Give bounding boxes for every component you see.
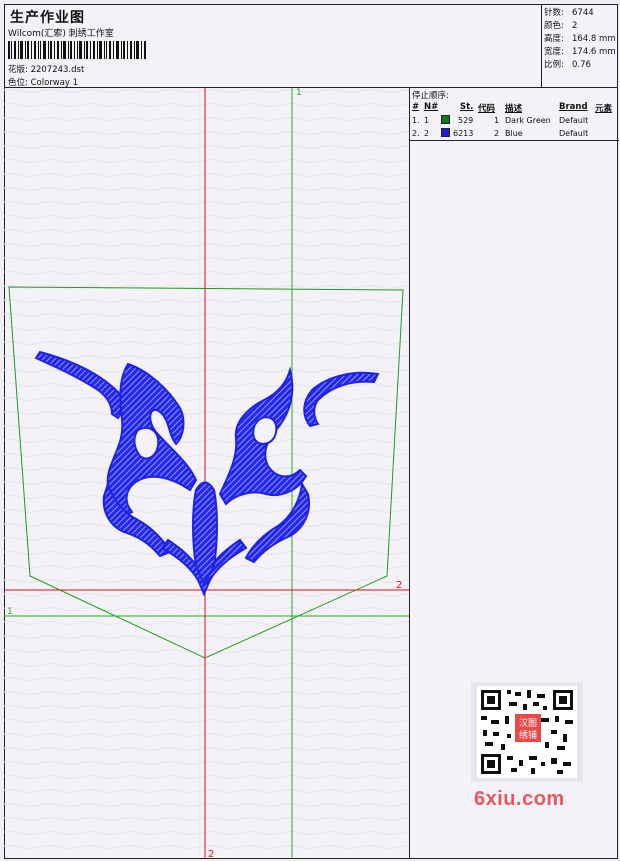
seal-text-top: 汉图 — [519, 718, 537, 729]
stop-sequence-title: 停止顺序: — [412, 91, 449, 101]
red-axis-right-label: 2 — [396, 580, 402, 591]
design-canvas[interactable]: 1 1 2 2 — [4, 88, 409, 859]
stats-panel: 针数: 6744 颜色: 2 高度: 164.8 mm 宽度: 174.6 mm 比例:… — [542, 4, 618, 88]
design-file-label: 花版: — [8, 65, 28, 75]
col-code: 代码 — [478, 104, 496, 114]
red-axis-bottom-label: 2 — [208, 849, 214, 859]
page-title: 生产作业图 — [10, 10, 85, 26]
stat-colors: 颜色: 2 — [544, 21, 578, 31]
barcode — [8, 41, 146, 59]
stat-stitches: 针数: 6744 — [544, 8, 594, 18]
color-swatch — [441, 128, 450, 137]
embroidery-preview: 1 1 2 2 — [4, 88, 409, 859]
stat-width: 宽度: 174.6 mm — [544, 47, 616, 57]
col-desc: 描述 — [505, 104, 523, 114]
panel-divider — [410, 140, 619, 141]
col-brand: Brand — [559, 102, 588, 112]
color-swatch — [441, 115, 450, 124]
company-name: Wilcom(汇索) 刺绣工作室 — [8, 29, 114, 39]
site-watermark: 6xiu.com — [474, 788, 565, 810]
col-num: # — [412, 102, 420, 112]
stat-height: 高度: 164.8 mm — [544, 34, 616, 44]
colorway-value: Colorway 1 — [30, 78, 79, 88]
col-element: 元素 — [595, 104, 613, 114]
stat-scale: 比例: 0.76 — [544, 60, 591, 70]
header-panel: 生产作业图 Wilcom(汇索) 刺绣工作室 花版: 2207243.dst 色… — [4, 4, 542, 88]
colorway-label: 色位: — [8, 78, 28, 88]
green-axis-top-label: 1 — [296, 88, 302, 98]
design-file-value: 2207243.dst — [30, 65, 85, 75]
seal-text-bottom: 绣铺 — [519, 729, 537, 741]
colorway-line: 色位: Colorway 1 — [8, 76, 78, 88]
col-stitches: St. — [460, 102, 474, 112]
green-axis-left-label: 1 — [7, 607, 13, 617]
col-needle: N# — [424, 102, 439, 112]
design-file-line: 花版: 2207243.dst — [8, 63, 84, 75]
qr-code: 汉图 绣铺 — [471, 682, 583, 782]
